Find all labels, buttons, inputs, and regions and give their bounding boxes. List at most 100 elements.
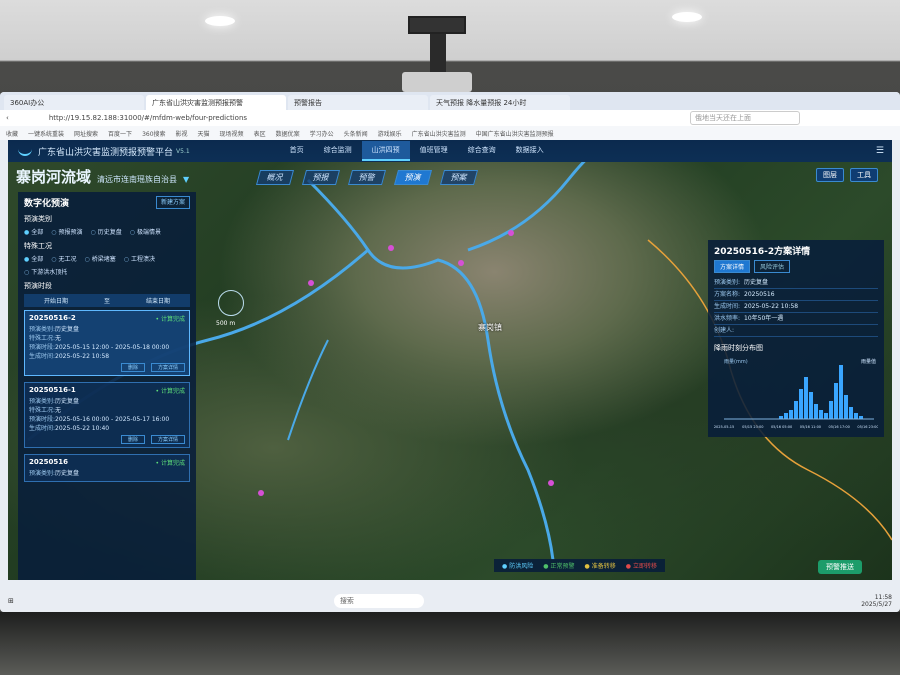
detail-key: 洪水频率: (714, 315, 741, 322)
warning-point[interactable] (258, 490, 264, 496)
bookmark-item[interactable]: 收藏 (6, 129, 18, 138)
rain-bar (789, 410, 793, 419)
plan-detail-button[interactable]: 方案详情 (150, 363, 185, 372)
stage-tab[interactable]: 预警 (347, 170, 387, 185)
browser-tab[interactable]: 预警报告 (288, 95, 428, 110)
rain-bar (799, 389, 803, 419)
stage-tab[interactable]: 预报 (301, 170, 341, 185)
browser-tab[interactable]: 360AI办公 (4, 95, 144, 110)
chevron-down-icon[interactable]: ▼ (183, 175, 189, 184)
menu-icon[interactable]: ☰ (876, 146, 884, 156)
field-value: 2025-05-15 12:00 - 2025-05-18 00:00 (55, 344, 170, 351)
nav-item[interactable]: 综合监测 (314, 141, 362, 161)
digital-rehearsal-panel: 数字化预演新建方案 预演类别 全部预报预演历史复盘极端情景 特殊工况 全部无工况… (18, 192, 196, 580)
detail-tab[interactable]: 风险评估 (754, 260, 791, 273)
date-separator: 至 (103, 298, 110, 305)
rain-bar (804, 377, 808, 419)
type-option[interactable]: 预报预演 (51, 227, 83, 236)
warning-point[interactable] (458, 260, 464, 266)
bookmark-item[interactable]: 影视 (176, 129, 188, 138)
condition-option[interactable]: 无工况 (51, 254, 77, 263)
ceiling-projector (402, 14, 472, 92)
type-option[interactable]: 极端情景 (130, 227, 161, 236)
warning-point[interactable] (308, 280, 314, 286)
bookmark-item[interactable]: 表区 (254, 129, 266, 138)
condition-option[interactable]: 全部 (24, 254, 43, 263)
display-screen: 360AI办公 广东省山洪灾害监测预报预警 预警报告 天气预报 降水量预报 24… (0, 92, 900, 612)
condition-options: 全部无工况桥梁堵塞工程溃决下游洪水顶托 (24, 254, 190, 276)
browser-search-input[interactable]: 俄地当天还在上面 (690, 111, 800, 125)
back-icon[interactable]: ‹ (6, 114, 9, 122)
url-field[interactable]: http://19.15.82.188:31000/#/mfdm-web/fou… (49, 114, 349, 122)
bookmark-item[interactable]: 一键系统重装 (28, 129, 64, 138)
end-date-input[interactable]: 结束日期 (146, 296, 170, 305)
bookmark-item[interactable]: 广东省山洪灾害监测 (412, 129, 466, 138)
status-badge: • 计算完成 (155, 316, 185, 323)
basin-selector[interactable]: 寨岗河流域 清远市连南瑶族自治县 ▼ (16, 166, 189, 187)
delete-button[interactable]: 删除 (120, 363, 145, 372)
condition-option[interactable]: 桥梁堵塞 (85, 254, 116, 263)
warning-point[interactable] (548, 480, 554, 486)
nav-item[interactable]: 首页 (280, 141, 314, 161)
x-tick-label: 05/16 05:00 (771, 425, 792, 429)
time-label: 预演时段 (24, 282, 52, 290)
start-date-input[interactable]: 开始日期 (44, 296, 68, 305)
stage-tab[interactable]: 概况 (255, 170, 295, 185)
bookmark-item[interactable]: 游戏娱乐 (378, 129, 402, 138)
taskbar-search[interactable]: 搜索 (333, 594, 424, 608)
plan-card[interactable]: 20250516-2 • 计算完成 预演类别:历史复盘 特殊工况:无 预演时段:2025… (24, 310, 190, 376)
browser-tab[interactable]: 广东省山洪灾害监测预报预警 (146, 95, 286, 110)
warning-push-button[interactable]: 预警推送 (818, 560, 862, 574)
delete-button[interactable]: 删除 (120, 435, 145, 444)
browser-tab[interactable]: 天气预报 降水量预报 24小时 (430, 95, 570, 110)
field-key: 预演类别: (29, 398, 56, 405)
field-value: 历史复盘 (55, 326, 80, 333)
nav-item[interactable]: 数据接入 (506, 141, 554, 161)
plan-field: 预演类别:历史复盘 (29, 469, 185, 478)
status-badge: • 计算完成 (155, 388, 185, 395)
rain-bar (844, 395, 848, 419)
windows-start-icon[interactable]: ⊞ (8, 597, 14, 605)
bookmark-item[interactable]: 天猫 (198, 129, 210, 138)
compass-icon[interactable] (218, 290, 244, 316)
bookmark-item[interactable]: 中国广东省山洪灾害监测预报 (476, 129, 554, 138)
stage-tab[interactable]: 预案 (439, 170, 479, 185)
stage-tab[interactable]: 预演 (393, 170, 433, 185)
nav-item[interactable]: 综合查询 (458, 141, 506, 161)
plan-detail-button[interactable]: 方案详情 (150, 435, 185, 444)
bookmark-item[interactable]: 学习办公 (310, 129, 334, 138)
x-tick-label: 05/16 23:00 (857, 425, 878, 429)
type-label: 预演类别 (24, 215, 52, 223)
field-key: 特殊工况: (29, 407, 56, 414)
plan-field: 生成时间:2025-05-22 10:58 (29, 352, 185, 361)
condition-option[interactable]: 下游洪水顶托 (24, 267, 67, 276)
plan-card[interactable]: 20250516 • 计算完成 预演类别:历史复盘 (24, 454, 190, 482)
tools-button[interactable]: 工具 (850, 168, 878, 182)
bookmark-item[interactable]: 现场视频 (220, 129, 244, 138)
bookmark-item[interactable]: 360搜索 (142, 129, 165, 138)
taskbar-clock: 11:58 2025/5/27 (861, 594, 892, 608)
nav-item[interactable]: 山洪四预 (361, 141, 410, 161)
panel-title: 数字化预演 (24, 199, 70, 209)
field-key: 预演时段: (29, 344, 56, 351)
screen-bezel (0, 612, 900, 675)
type-option[interactable]: 历史复盘 (91, 227, 122, 236)
warning-point[interactable] (508, 230, 514, 236)
bookmark-item[interactable]: 头条新闻 (344, 129, 368, 138)
nav-item[interactable]: 值班管理 (410, 141, 458, 161)
bookmark-item[interactable]: 百度一下 (108, 129, 132, 138)
detail-tab[interactable]: 方案详情 (714, 260, 751, 273)
plan-list: 20250516-2 • 计算完成 预演类别:历史复盘 特殊工况:无 预演时段:2025… (24, 310, 190, 482)
layers-button[interactable]: 图层 (816, 168, 844, 182)
new-plan-button[interactable]: 新建方案 (155, 196, 190, 209)
condition-option[interactable]: 工程溃决 (124, 254, 155, 263)
warning-point[interactable] (388, 245, 394, 251)
bookmark-item[interactable]: 数据优案 (276, 129, 300, 138)
plan-card[interactable]: 20250516-1 • 计算完成 预演类别:历史复盘 特殊工况:无 预演时段:2025… (24, 382, 190, 448)
detail-key: 方案名称: (714, 291, 741, 298)
clock-date: 2025/5/27 (861, 601, 892, 608)
bookmark-item[interactable]: 网址搜索 (74, 129, 98, 138)
plan-name: 20250516-2 (29, 314, 76, 322)
field-key: 预演类别: (29, 470, 56, 477)
type-option[interactable]: 全部 (24, 227, 43, 236)
